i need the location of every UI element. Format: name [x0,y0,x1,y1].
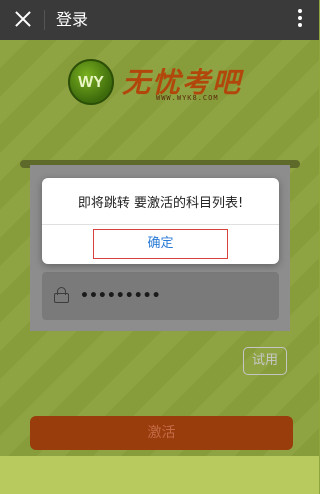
app-bar: 登录 [0,0,319,40]
footer-bar [0,456,319,494]
alert-dialog: 即将跳转 要激活的科目列表! 确定 [42,178,279,264]
more-options-icon[interactable] [297,9,303,31]
dialog-divider [42,224,279,225]
page-title: 登录 [56,10,89,29]
confirm-button[interactable]: 确定 [93,229,228,259]
close-icon[interactable] [12,8,34,30]
dialog-message: 即将跳转 要激活的科目列表! [77,196,244,211]
appbar-divider [44,10,45,30]
